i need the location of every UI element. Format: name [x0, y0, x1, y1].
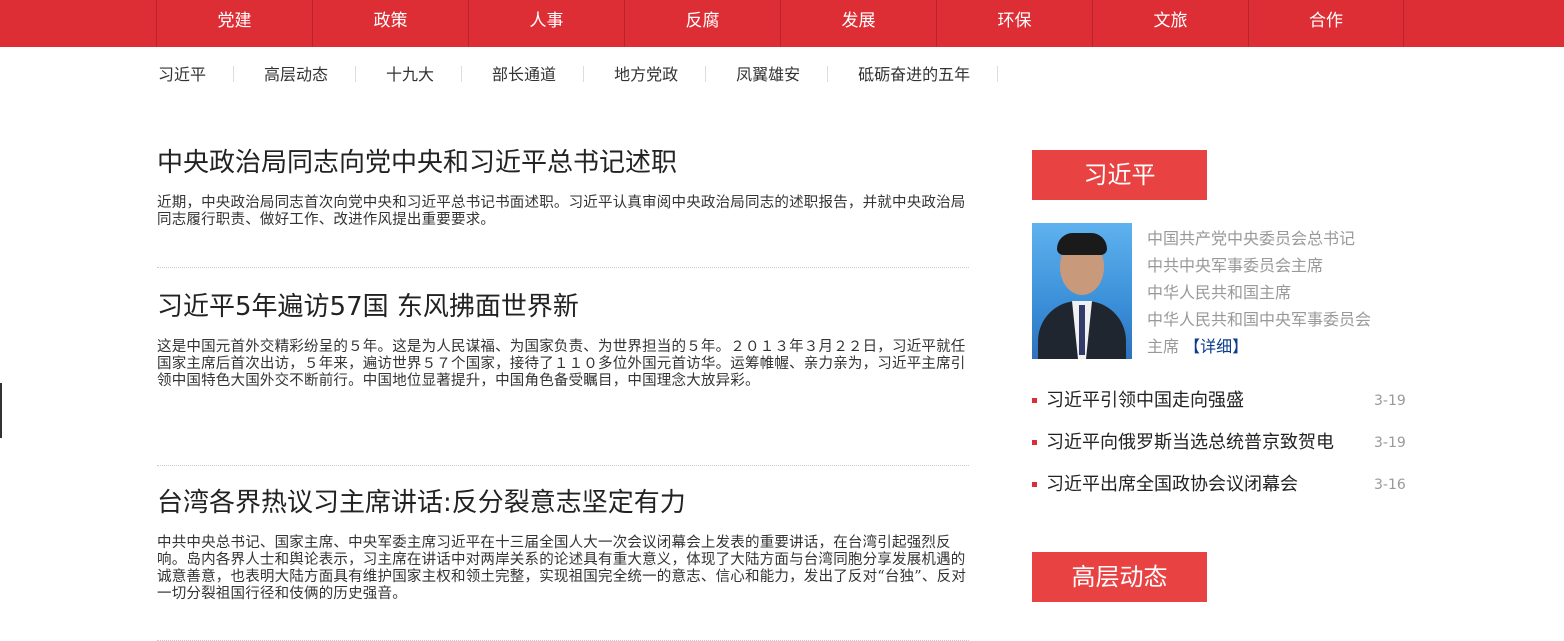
leader-profile: 中国共产党中央委员会总书记 中共中央军事委员会主席 中华人民共和国主席 中华人民… [1032, 223, 1412, 363]
top-nav-environment[interactable]: 环保 [936, 0, 1092, 47]
list-item: 习近平引领中国走向强盛 3-19 [1032, 380, 1412, 422]
news-date: 3-16 [1374, 477, 1406, 493]
article-item: 台湾各界热议习主席讲话:反分裂意志坚定有力 中共中央总书记、国家主席、中央军委主… [157, 466, 969, 641]
sub-nav-xiongan[interactable]: 凤翼雄安 [736, 61, 829, 85]
top-nav-development[interactable]: 发展 [780, 0, 936, 47]
article-list: 中央政治局同志向党中央和习近平总书记述职 近期，中央政治局同志首次向党中央和习近… [157, 145, 969, 641]
article-title[interactable]: 习近平5年遍访57国 东风拂面世界新 [157, 289, 969, 325]
article-summary: 中共中央总书记、国家主席、中央军委主席习近平在十三届全国人大一次会议闭幕会上发表… [157, 535, 967, 602]
list-item: 习近平出席全国政协会议闭幕会 3-16 [1032, 464, 1412, 506]
article-item: 习近平5年遍访57国 东风拂面世界新 这是中国元首外交精彩纷呈的５年。这是为人民… [157, 268, 969, 466]
sub-nav-19th-congress[interactable]: 十九大 [386, 61, 463, 85]
sub-nav-xi[interactable]: 习近平 [158, 61, 235, 85]
sidebar: 习近平 中国共产党中央委员会总书记 中共中央军事委员会主席 中华人民共和国主席 … [1032, 150, 1412, 602]
portrait-photo[interactable] [1032, 223, 1132, 359]
top-nav-cooperation[interactable]: 合作 [1248, 0, 1404, 47]
role-line: 中华人民共和国主席 [1147, 283, 1292, 302]
article-summary: 近期，中央政治局同志首次向党中央和习近平总书记书面述职。习近平认真审阅中央政治局… [157, 195, 966, 228]
news-date: 3-19 [1374, 393, 1406, 409]
role-line: 中国共产党中央委员会总书记 [1147, 229, 1356, 248]
section-tag-high-level[interactable]: 高层动态 [1032, 552, 1207, 602]
article-title[interactable]: 中央政治局同志向党中央和习近平总书记述职 [157, 145, 969, 181]
top-nav-party-building[interactable]: 党建 [156, 0, 312, 47]
top-nav-anti-corruption[interactable]: 反腐 [624, 0, 780, 47]
article-item: 中央政治局同志向党中央和习近平总书记述职 近期，中央政治局同志首次向党中央和习近… [157, 145, 969, 268]
top-nav-items: 党建 政策 人事 反腐 发展 环保 文旅 合作 [156, 0, 1404, 47]
bullet-icon [1032, 440, 1037, 445]
sub-nav-local[interactable]: 地方党政 [614, 61, 707, 85]
role-line: 中共中央军事委员会主席 [1147, 256, 1324, 275]
role-line: 主席 [1147, 337, 1180, 356]
top-nav-policy[interactable]: 政策 [312, 0, 468, 47]
sidebar-news-list: 习近平引领中国走向强盛 3-19 习近平向俄罗斯当选总统普京致贺电 3-19 习… [1032, 380, 1412, 506]
sub-nav-ministers[interactable]: 部长通道 [492, 61, 585, 85]
roles-list: 中国共产党中央委员会总书记 中共中央军事委员会主席 中华人民共和国主席 中华人民… [1147, 225, 1407, 360]
news-link[interactable]: 习近平向俄罗斯当选总统普京致贺电 [1046, 422, 1334, 464]
top-nav-culture-tourism[interactable]: 文旅 [1092, 0, 1248, 47]
list-item: 习近平向俄罗斯当选总统普京致贺电 3-19 [1032, 422, 1412, 464]
role-line-last: 主席 【详细】 [1147, 333, 1407, 360]
bullet-icon [1032, 482, 1037, 487]
news-date: 3-19 [1374, 435, 1406, 451]
sub-nav-high-level[interactable]: 高层动态 [264, 61, 357, 85]
news-link[interactable]: 习近平引领中国走向强盛 [1046, 380, 1244, 422]
detail-link[interactable]: 【详细】 [1184, 337, 1248, 356]
role-line: 中华人民共和国中央军事委员会 [1147, 310, 1372, 329]
section-tag-xi[interactable]: 习近平 [1032, 150, 1207, 200]
sub-navigation: 习近平 高层动态 十九大 部长通道 地方党政 凤翼雄安 砥砺奋进的五年 [158, 58, 1028, 88]
sub-nav-five-years[interactable]: 砥砺奋进的五年 [858, 61, 999, 85]
left-edge-marker [0, 383, 2, 438]
top-nav-personnel[interactable]: 人事 [468, 0, 624, 47]
bullet-icon [1032, 398, 1037, 403]
article-title[interactable]: 台湾各界热议习主席讲话:反分裂意志坚定有力 [157, 485, 969, 521]
news-link[interactable]: 习近平出席全国政协会议闭幕会 [1046, 464, 1298, 506]
article-summary: 这是中国元首外交精彩纷呈的５年。这是为人民谋福、为国家负责、为世界担当的５年。２… [157, 339, 966, 389]
top-navigation: 党建 政策 人事 反腐 发展 环保 文旅 合作 [0, 0, 1564, 47]
